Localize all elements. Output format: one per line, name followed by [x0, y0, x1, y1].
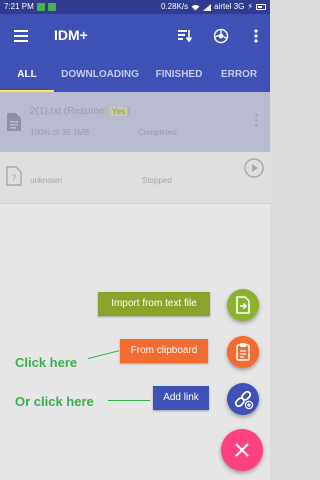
- click-here-annotation: Click here: [15, 355, 78, 370]
- app-title: IDM+: [54, 27, 88, 43]
- unknown-file-icon: ?: [6, 166, 22, 186]
- tab-bar: ALL DOWNLOADING FINISHED ERROR: [0, 60, 270, 92]
- download-list: 2(1).txt (Resume: Yes) 100% of 39.1MB Co…: [0, 92, 270, 480]
- tab-downloading[interactable]: DOWNLOADING: [56, 60, 144, 92]
- tab-all[interactable]: ALL: [0, 60, 54, 92]
- charging-icon: ⚡: [247, 2, 253, 11]
- more-vert-icon[interactable]: [248, 28, 264, 44]
- wifi-icon: [191, 4, 200, 10]
- notification-icon: [36, 3, 45, 11]
- signal-icon: [203, 3, 212, 11]
- file-import-icon: [236, 296, 250, 314]
- app-bar: IDM+: [0, 14, 270, 60]
- close-icon: [235, 443, 249, 457]
- sort-icon[interactable]: [177, 28, 193, 44]
- notification-icon: [47, 3, 56, 11]
- or-click-here-annotation: Or click here: [15, 394, 94, 409]
- download-title: 2(1).txt (Resume: Yes): [30, 106, 130, 117]
- network-speed: 0.28K/s: [161, 2, 189, 11]
- import-text-file-label[interactable]: Import from text file: [98, 292, 210, 316]
- annotation-pointer-line: [108, 400, 150, 401]
- status-right: 0.28K/s airtel 3G ⚡: [161, 0, 266, 14]
- download-row[interactable]: 2(1).txt (Resume: Yes) 100% of 39.1MB Co…: [0, 92, 270, 152]
- download-status: Stopped: [142, 176, 172, 185]
- add-link-label[interactable]: Add link: [153, 386, 209, 410]
- resume-value: Yes: [110, 107, 128, 116]
- status-time: 7:21 PM: [4, 2, 34, 11]
- tab-finished[interactable]: FINISHED: [148, 60, 210, 92]
- file-icon: [7, 113, 21, 131]
- download-filename: 2(1).txt (Resume:: [30, 106, 108, 117]
- status-bar: 7:21 PM 0.28K/s airtel 3G ⚡: [0, 0, 270, 14]
- import-text-file-button[interactable]: [227, 289, 259, 321]
- row-more-icon[interactable]: [255, 114, 258, 129]
- clipboard-icon: [236, 343, 250, 361]
- browser-icon[interactable]: [213, 28, 229, 44]
- from-clipboard-label[interactable]: From clipboard: [120, 339, 208, 363]
- download-row[interactable]: ? unknown Stopped: [0, 152, 270, 204]
- download-progress: 100% of 39.1MB: [30, 128, 90, 137]
- link-icon: [234, 390, 254, 410]
- status-left: 7:21 PM: [4, 0, 56, 14]
- download-progress: unknown: [30, 176, 63, 185]
- play-icon[interactable]: [244, 158, 264, 178]
- add-link-button[interactable]: [227, 383, 259, 415]
- tab-error[interactable]: ERROR: [214, 60, 264, 92]
- battery-icon: [256, 4, 266, 10]
- carrier-name: airtel 3G: [214, 2, 245, 11]
- download-status: Completed: [138, 128, 177, 137]
- download-title-end: ): [127, 106, 131, 117]
- close-fab-button[interactable]: [221, 429, 263, 471]
- svg-text:?: ?: [12, 174, 17, 184]
- menu-icon[interactable]: [14, 30, 28, 42]
- from-clipboard-button[interactable]: [227, 336, 259, 368]
